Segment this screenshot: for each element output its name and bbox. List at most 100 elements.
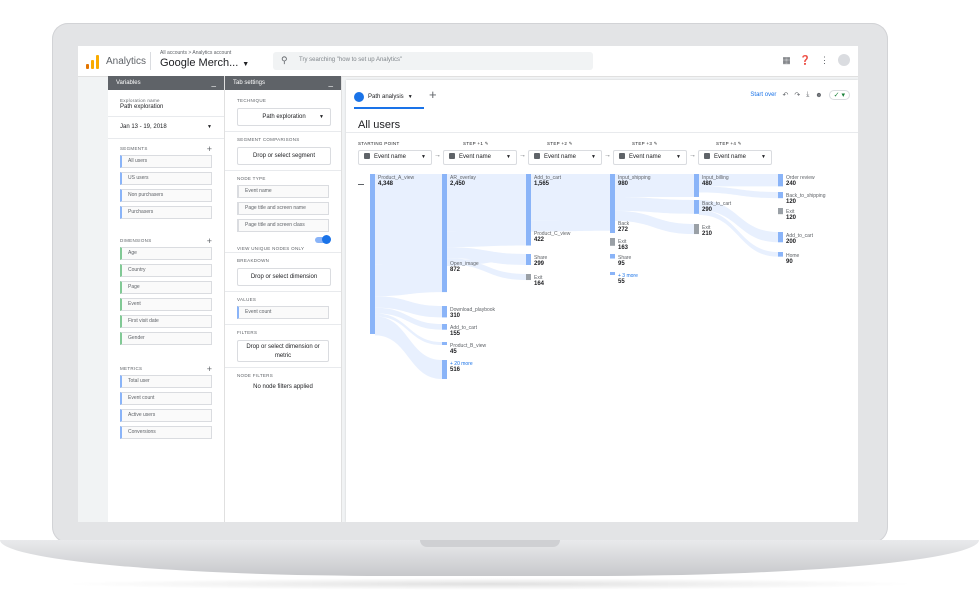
add-metric-icon[interactable]: + [207,364,212,374]
exploration-name[interactable]: Path exploration [120,104,212,110]
path-node[interactable] [442,174,447,265]
caret-down-icon: ▼ [242,61,250,68]
help-icon[interactable]: ❓ [800,55,811,66]
start-marker [358,184,364,185]
top-bar: Analytics All accounts > Analytics accou… [78,46,858,77]
segment-chip[interactable]: US users [120,172,212,185]
path-node[interactable] [694,200,699,214]
path-node[interactable] [610,272,615,275]
tab-settings-panel: Tab settings _ TECHNIQUE Path exploration… [225,76,342,522]
laptop-notch [420,540,560,547]
node-filters-label: NODE FILTERS [237,373,274,378]
segment-drop-zone[interactable]: Drop or select segment [237,147,331,165]
path-node[interactable] [526,274,531,281]
node-value: 200 [786,239,797,245]
add-segment-icon[interactable]: + [207,144,212,154]
app-name: Analytics [106,56,147,67]
technique-label: TECHNIQUE [237,98,267,103]
path-node[interactable] [370,174,375,334]
node-value: 299 [534,261,545,267]
variables-panel: Variables _ Exploration name Path explora… [108,76,225,522]
dimension-chip[interactable]: Event [120,298,212,311]
search-bar[interactable]: ⚲ Try searching "how to set up Analytics… [273,52,593,70]
apps-grid-icon[interactable]: ▦ [782,55,791,66]
path-node[interactable] [442,260,447,293]
path-node[interactable] [610,220,615,234]
node-value: 480 [702,181,713,187]
path-node[interactable] [694,174,699,197]
path-node[interactable] [442,324,447,330]
node-value: 1,565 [534,181,550,187]
node-value: 45 [450,349,457,355]
technique-select[interactable]: Path exploration ▼ [237,108,331,126]
node-value: 155 [450,331,461,337]
tab-settings-title: Tab settings [233,80,266,86]
path-node[interactable] [442,306,447,318]
segments-label: SEGMENTS [120,146,148,151]
metric-chip[interactable]: Event count [120,392,212,405]
minimize-icon[interactable]: _ [329,76,333,90]
flow-link [375,260,442,297]
metric-chip[interactable]: Total user [120,375,212,388]
node-value: 516 [450,367,461,373]
view-unique-row: VIEW UNIQUE NODES ONLY [237,235,331,251]
node-value: 310 [450,313,461,319]
filters-drop-zone[interactable]: Drop or select dimension or metric [237,340,329,362]
node-type-chip[interactable]: Page title and screen name [237,202,329,215]
separator [108,138,224,139]
separator [225,252,341,253]
path-node[interactable] [778,252,783,257]
path-node[interactable] [610,254,615,259]
flow-link [531,220,610,232]
path-node[interactable] [442,360,447,379]
path-node[interactable] [778,232,783,243]
separator [225,291,341,292]
path-node[interactable] [778,208,783,215]
node-value: 120 [786,215,797,221]
path-node[interactable] [526,230,531,246]
node-type-chip[interactable]: Page title and screen class [237,219,329,232]
path-node[interactable] [526,254,531,266]
values-chip[interactable]: Event count [237,306,329,319]
segment-chip[interactable]: Non purchasers [120,189,212,202]
analytics-logo-icon[interactable] [86,55,100,69]
metric-chip[interactable]: Conversions [120,426,212,439]
header-icons: ▦ ❓ ⋮ [782,54,850,66]
exploration-canvas: Path analysis ▼ + Start over ↶ ↷ ⤓ ☻ ✓ ▾… [346,80,858,522]
metric-chip[interactable]: Active users [120,409,212,422]
avatar[interactable] [838,54,850,66]
dimension-chip[interactable]: Gender [120,332,212,345]
exploration-name-section: Exploration name Path exploration [120,98,212,110]
path-node[interactable] [778,174,783,187]
date-range[interactable]: Jan 13 - 19, 2018 ▼ [120,124,212,130]
more-vert-icon[interactable]: ⋮ [820,55,829,66]
separator [225,367,341,368]
view-unique-toggle[interactable] [315,235,331,244]
dimension-chip[interactable]: Country [120,264,212,277]
screen: Analytics All accounts > Analytics accou… [78,46,858,522]
node-value: 4,348 [378,181,394,187]
segment-chip[interactable]: Purchasers [120,206,212,219]
separator [225,131,341,132]
breakdown-drop-zone[interactable]: Drop or select dimension [237,268,331,286]
view-unique-label: VIEW UNIQUE NODES ONLY [237,246,305,251]
node-value: 164 [534,281,545,287]
node-value: 120 [786,199,797,205]
path-node[interactable] [610,238,615,246]
minimize-icon[interactable]: _ [212,76,216,90]
node-value: 240 [786,181,797,187]
dimension-chip[interactable]: First visit date [120,315,212,328]
path-node[interactable] [694,224,699,235]
path-node[interactable] [442,342,447,345]
dimension-chip[interactable]: Page [120,281,212,294]
path-node[interactable] [778,192,783,199]
add-dimension-icon[interactable]: + [207,236,212,246]
path-node[interactable] [526,174,531,232]
segment-chip[interactable]: All users [120,155,212,168]
node-value: 90 [786,259,793,265]
dimension-chip[interactable]: Age [120,247,212,260]
property-selector[interactable]: Google Merch... ▼ [160,57,249,69]
node-type-label: NODE TYPE [237,176,266,181]
path-node[interactable] [610,174,615,221]
node-type-chip[interactable]: Event name [237,185,329,198]
